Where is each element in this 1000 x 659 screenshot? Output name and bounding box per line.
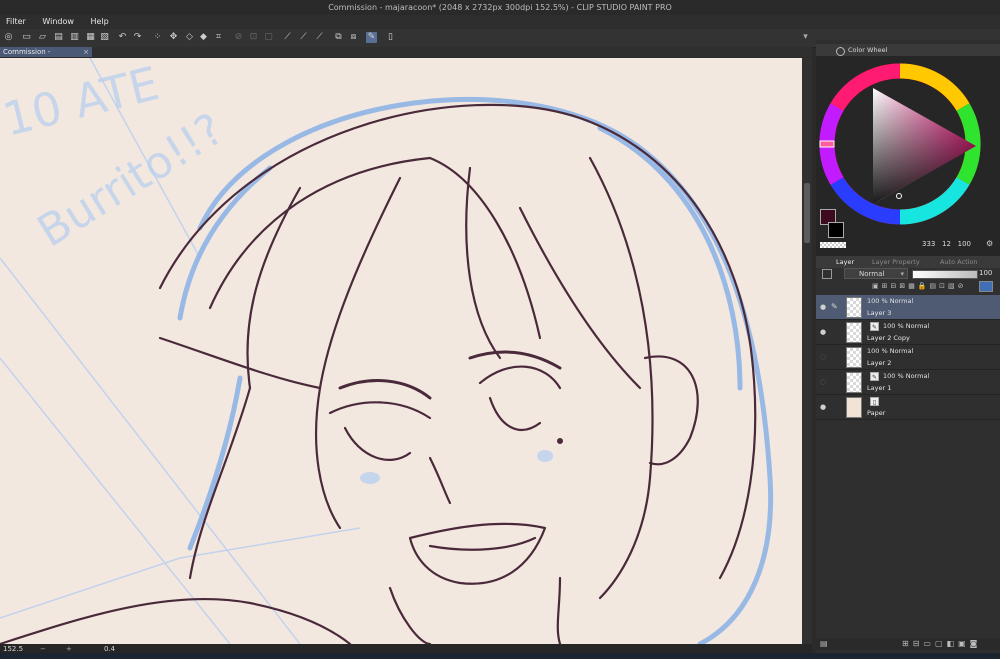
layer-row-layer-2[interactable]: ○ 100 % Normal Layer 2 [816, 345, 1000, 370]
selection-area-icon[interactable]: ▢ [263, 32, 274, 43]
vector-layer-icon: ✎ [870, 372, 879, 381]
crop-icon[interactable]: ⌗ [213, 32, 224, 43]
layer-action-icons[interactable]: ⊞⊟▭▢◧▣◙ [902, 639, 981, 648]
menu-bar: Filter Window Help [0, 15, 1000, 29]
layer-blend-label: 100 % Normal [883, 372, 930, 380]
reference-layer-icon[interactable]: ⧈ [348, 32, 359, 43]
hsv-readout: 333 12 100 [922, 240, 971, 248]
paper-thumbnail [846, 397, 862, 418]
scrollbar-thumb[interactable] [804, 183, 810, 243]
layer-row-paper[interactable]: ● ▯ Paper [816, 395, 1000, 420]
layer-controls: Normal ▾ 100 ▣⊞⊟⊠▦🔒▤⊡▧⊘ [816, 268, 1000, 294]
close-icon[interactable]: × [83, 47, 89, 57]
layer-name: Layer 3 [867, 309, 892, 317]
clear-icon[interactable]: ◇ [184, 32, 195, 43]
layer-name: Paper [867, 409, 886, 417]
device-icon[interactable]: ▯ [385, 32, 396, 43]
blend-mode-select[interactable]: Normal ▾ [844, 268, 908, 279]
pen-pressure-icon[interactable]: ✎ [366, 32, 377, 43]
layer-row-layer-1[interactable]: ○ ✎ 100 % Normal Layer 1 [816, 370, 1000, 395]
layer-list: ● ✎ 100 % Normal Layer 3 ● ✎ 100 % Norma… [816, 295, 1000, 425]
layer-panel-footer: ▤ ⊞⊟▭▢◧▣◙ [816, 638, 1000, 650]
panel-menu-icon[interactable]: ▤ [820, 639, 828, 648]
layer-row-layer-2-copy[interactable]: ● ✎ 100 % Normal Layer 2 Copy [816, 320, 1000, 345]
document-tab-bar: Commission - majaracoon* × [0, 47, 812, 66]
pen-icon: ✎ [831, 302, 838, 311]
color-wheel-tab-label: Color Wheel [848, 46, 888, 54]
document-tab[interactable]: Commission - majaracoon* × [0, 47, 92, 66]
layer-thumbnail [846, 347, 862, 368]
app-icon[interactable]: ◎ [3, 32, 14, 43]
eye-icon[interactable]: ● [820, 403, 826, 411]
layer-blend-label: 100 % Normal [867, 347, 914, 355]
sketch-drawing: 10 ATE Burrito!!? [0, 58, 802, 644]
layer-blend-label: 100 % Normal [883, 322, 930, 330]
opacity-slider[interactable] [912, 270, 978, 279]
layer-thumbnail [846, 297, 862, 318]
layer-thumbnail [846, 372, 862, 393]
layer-panel-tabs: Layer Layer Property Auto Action [816, 256, 1000, 268]
sub-color-swatch[interactable] [828, 222, 844, 238]
os-taskbar [0, 653, 1000, 659]
blend-mode-value: Normal [859, 270, 885, 278]
color-wheel-panel: 333 12 100 ⚙ [816, 56, 1000, 256]
drawing-canvas[interactable]: 10 ATE Burrito!!? [0, 58, 802, 644]
undo-icon[interactable]: ↶ [117, 32, 128, 43]
snap-ruler-icon[interactable]: ⟋ [314, 32, 325, 43]
save-icon[interactable]: ▤ [53, 32, 64, 43]
layer-row-layer-3[interactable]: ● ✎ 100 % Normal Layer 3 [816, 295, 1000, 320]
deselect-icon[interactable]: ⊘ [233, 32, 244, 43]
redo-icon[interactable]: ↷ [132, 32, 143, 43]
chevron-down-icon: ▾ [900, 270, 904, 278]
eye-icon[interactable]: ● [820, 328, 826, 336]
invert-selection-icon[interactable]: ⊡ [248, 32, 259, 43]
layer-name: Layer 2 [867, 359, 892, 367]
layer-option-icons[interactable]: ▣⊞⊟⊠▦🔒▤⊡▧⊘ [872, 282, 967, 290]
layer-name: Layer 2 Copy [867, 334, 910, 342]
ruler-icon[interactable]: ⟋ [282, 32, 293, 43]
layer-icon[interactable]: ⧉ [333, 32, 344, 43]
layer-thumbnail [846, 322, 862, 343]
eye-hidden-icon[interactable]: ○ [820, 378, 826, 386]
collapse-icon[interactable]: ▾ [800, 32, 811, 43]
paper-layer-icon: ▯ [870, 397, 879, 406]
export-icon[interactable]: ▦ [85, 32, 96, 43]
print-icon[interactable]: ▧ [99, 32, 110, 43]
perspective-ruler-icon[interactable]: ⟋ [298, 32, 309, 43]
transparent-color-swatch[interactable] [820, 242, 846, 248]
vertical-scrollbar[interactable] [802, 58, 812, 644]
vector-layer-icon: ✎ [870, 322, 879, 331]
select-all-icon[interactable]: ⁘ [152, 32, 163, 43]
save-as-icon[interactable]: ▥ [69, 32, 80, 43]
new-file-icon[interactable]: ▭ [21, 32, 32, 43]
tab-auto-action[interactable]: Auto Action [940, 256, 978, 268]
tab-layer-property[interactable]: Layer Property [872, 256, 920, 268]
menu-window[interactable]: Window [35, 15, 81, 29]
layer-name: Layer 1 [867, 384, 892, 392]
window-title: Commission - majaracoon* (2048 x 2732px … [0, 0, 1000, 15]
tab-layer[interactable]: Layer [836, 256, 854, 268]
menu-filter[interactable]: Filter [0, 15, 33, 29]
color-wheel-icon [836, 47, 845, 56]
transform-icon[interactable]: ✥ [168, 32, 179, 43]
fill-icon[interactable]: ◆ [198, 32, 209, 43]
opacity-value[interactable]: 100 [979, 268, 992, 279]
color-settings-icon[interactable]: ⚙ [986, 239, 993, 248]
menu-help[interactable]: Help [83, 15, 115, 29]
open-folder-icon[interactable]: ▱ [37, 32, 48, 43]
eye-hidden-icon[interactable]: ○ [820, 353, 826, 361]
layer-color-icon[interactable] [979, 281, 993, 292]
layer-blend-label: 100 % Normal [867, 297, 914, 305]
eye-icon[interactable]: ● [820, 303, 826, 311]
layer-menu-icon[interactable] [822, 269, 832, 279]
right-panel: Color Wheel 333 12 100 ⚙ Layer Layer Pro… [816, 40, 1000, 659]
color-panel-tab[interactable]: Color Wheel [816, 44, 1000, 56]
